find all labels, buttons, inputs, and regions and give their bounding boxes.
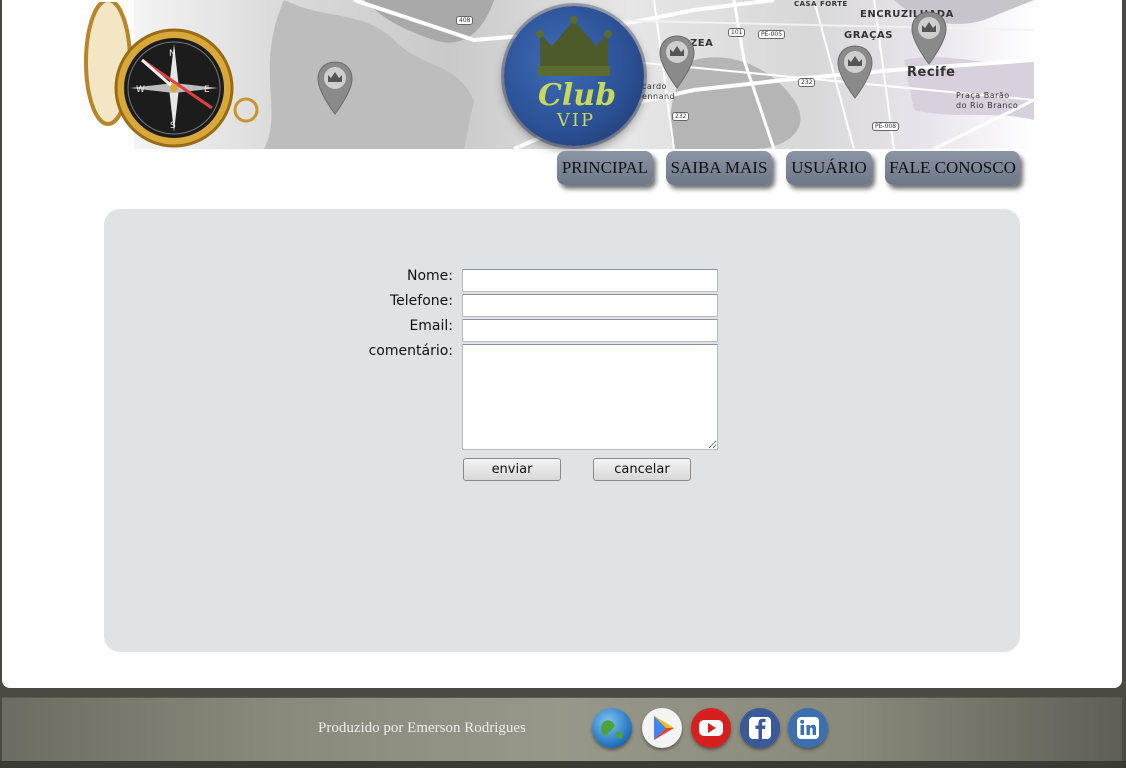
nav-fale-conosco[interactable]: FALE CONOSCO [885, 151, 1020, 185]
phone-field[interactable] [462, 294, 718, 317]
linkedin-icon-graphic [797, 717, 819, 739]
svg-text:E: E [204, 85, 210, 95]
logo-text-club: Club [538, 78, 617, 113]
map-label-recife: Recife [907, 65, 956, 80]
road-sign-pe008: PE-008 [872, 122, 900, 131]
road-sign-pe005: PE-005 [758, 30, 786, 39]
footer: Produzido por Emerson Rodrigues [2, 697, 1122, 761]
comment-label: comentário: [368, 343, 453, 359]
logo-text-vip: VIP [556, 110, 596, 131]
facebook-icon[interactable] [740, 708, 780, 748]
map-pin-icon [317, 61, 353, 115]
email-label: Email: [409, 318, 453, 334]
comment-textarea[interactable] [462, 344, 718, 450]
email-field[interactable] [462, 319, 718, 342]
map-label-gracas: GRAÇAS [844, 30, 893, 41]
svg-text:W: W [136, 85, 145, 95]
submit-button[interactable]: enviar [463, 458, 561, 481]
nav-usuario[interactable]: USUÁRIO [786, 151, 872, 185]
linkedin-icon[interactable] [788, 708, 828, 748]
svg-text:S: S [170, 121, 176, 131]
youtube-icon-graphic [699, 720, 723, 736]
road-sign-232b: 232 [672, 112, 690, 121]
club-vip-logo: Club VIP [504, 6, 644, 146]
google-play-icon[interactable] [642, 708, 682, 748]
map-pin-icon [911, 11, 947, 65]
globe-icon-graphic [601, 720, 623, 739]
phone-label: Telefone: [390, 293, 453, 309]
road-sign-232a: 232 [798, 78, 816, 87]
cancel-button[interactable]: cancelar [593, 458, 691, 481]
map-pin-icon [837, 45, 873, 99]
svg-text:N: N [169, 49, 176, 59]
name-label: Nome: [406, 268, 453, 284]
google-play-icon-graphic [654, 716, 674, 740]
map-label-ennand: ennand [642, 92, 676, 101]
map-pin-icon [659, 35, 695, 89]
facebook-icon-graphic [749, 717, 771, 739]
map-label-casa-forte: CASA FORTE [794, 0, 848, 8]
nav-saiba-mais[interactable]: SAIBA MAIS [666, 151, 772, 185]
bottom-strip [0, 761, 1126, 768]
compass-icon: N S E W [84, 2, 259, 148]
map-label-praca-2: do Rio Branco [956, 101, 1019, 110]
map-label-praca: Praça Barão [956, 91, 1010, 100]
nav-principal[interactable]: PRINCIPAL [557, 151, 653, 185]
road-sign-408: 408 [456, 16, 474, 25]
road-sign-101: 101 [728, 28, 746, 37]
globe-icon[interactable] [592, 708, 632, 748]
name-field[interactable] [462, 269, 718, 292]
footer-credit: Produzido por Emerson Rodrigues [318, 720, 526, 736]
youtube-icon[interactable] [691, 708, 731, 748]
